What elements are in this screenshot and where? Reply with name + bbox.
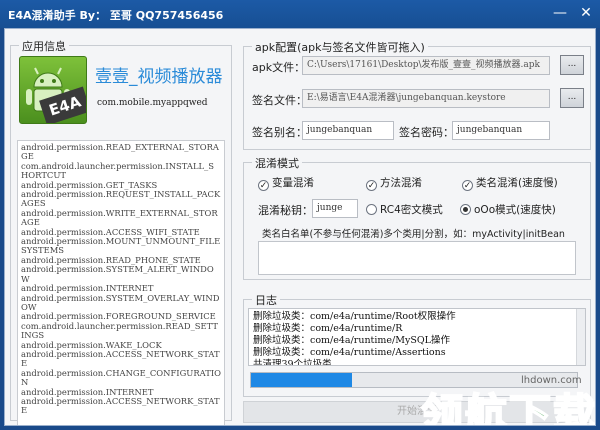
package-name: com.mobile.myappqwed [97, 98, 208, 108]
key-field[interactable]: junge [312, 199, 358, 218]
log-line: 删除垃圾类：com/e4a/runtime/MySQL操作 [253, 335, 450, 346]
password-label: 签名密码： [399, 126, 454, 139]
check-icon: ✓ [462, 180, 473, 191]
permission-item: android.permission.REQUEST_INSTALL_PACKA… [21, 189, 221, 209]
permission-item: android.permission.MOUNT_UNMOUNT_FILESYS… [21, 236, 221, 256]
radio-selected-icon [460, 204, 471, 215]
obfuscation-title: 混淆模式 [252, 155, 302, 171]
permission-item: android.permission.ACCESS_NETWORK_STATE [21, 395, 220, 416]
permission-item: android.permission.CHANGE_CONFIGURATION [21, 367, 222, 388]
permission-item: com.android.launcher.permission.READ_SET… [21, 320, 218, 341]
app-info-title: 应用信息 [19, 38, 69, 54]
log-line: 共清理39个垃圾类 [253, 359, 332, 366]
browse-apk-button[interactable]: ... [560, 55, 584, 75]
apk-file-label: apk文件： [252, 61, 306, 74]
ooo-mode-radio[interactable]: oOo模式(速度快) [460, 202, 556, 217]
key-label: 混淆秘钥： [258, 204, 313, 217]
watermark-logo: 领航下载 [420, 389, 596, 426]
method-obfuscation-check[interactable]: ✓ 方法混淆 [366, 175, 422, 191]
permission-item: android.permission.READ_EXTERNAL_STORAGE [21, 142, 219, 162]
log-line: 删除垃圾类：com/e4a/runtime/Assertions [253, 347, 446, 358]
permission-item: android.permission.WRITE_EXTERNAL_STORAG… [21, 207, 218, 228]
rc4-mode-radio[interactable]: RC4密文模式 [366, 202, 443, 217]
apk-file-field[interactable]: C:\Users\17161\Desktop\发布版_壹壹_视频播放器.apk [302, 56, 550, 75]
permission-item: android.permission.ACCESS_NETWORK_STATE [21, 348, 220, 369]
radio-icon [366, 204, 377, 215]
browse-sign-button[interactable]: ... [560, 88, 584, 108]
app-info-group: 应用信息 E4A 壹壹_视频播放器 com.mobile.myappqwed a… [10, 38, 232, 425]
check-icon: ✓ [258, 180, 269, 191]
permission-item: android.permission.SYSTEM_OVERLAY_WINDOW [21, 292, 220, 312]
apk-config-title: apk配置(apk与签名文件皆可拖入) [252, 39, 428, 55]
window-title: E4A混淆助手 By： 至哥 QQ757456456 [8, 9, 224, 22]
check-icon: ✓ [366, 180, 377, 191]
password-field[interactable]: jungebanquan [452, 121, 550, 140]
log-line: 删除垃圾类：com/e4a/runtime/R [253, 323, 403, 334]
title-bar: E4A混淆助手 By： 至哥 QQ757456456 — ✕ [0, 0, 600, 28]
permission-item: android.permission.SYSTEM_ALERT_WINDOW [21, 264, 214, 284]
app-icon: E4A [19, 56, 87, 124]
sign-file-label: 签名文件： [252, 94, 307, 107]
permission-item: com.android.launcher.permission.INSTALL_… [21, 160, 214, 181]
close-button[interactable]: ✕ [574, 2, 598, 24]
log-line: 删除垃圾类：com/e4a/runtime/Root权限操作 [253, 311, 456, 322]
apk-config-group: apk配置(apk与签名文件皆可拖入) apk文件： C:\Users\1716… [243, 39, 591, 150]
log-title: 日志 [252, 292, 280, 308]
sign-file-field[interactable]: E:\易语言\E4A混淆器\jungebanquan.keystore [302, 89, 550, 108]
progress-fill [251, 373, 353, 387]
permission-list[interactable]: android.permission.READ_EXTERNAL_STORAGE… [17, 140, 225, 425]
alias-label: 签名别名： [252, 126, 307, 139]
obfuscation-group: 混淆模式 ✓ 变量混淆 ✓ 方法混淆 ✓ 类名混淆(速度慢) 混淆秘钥： junge … [243, 155, 591, 280]
whitelist-label: 类名白名单(不参与任何混淆)多个类用|分割，如：myActivity|initB… [262, 229, 565, 240]
minimize-button[interactable]: — [548, 2, 572, 24]
alias-field[interactable]: jungebanquan [302, 121, 394, 140]
main-panel: 应用信息 E4A 壹壹_视频播放器 com.mobile.myappqwed a… [4, 28, 596, 426]
var-obfuscation-check[interactable]: ✓ 变量混淆 [258, 175, 314, 191]
log-output[interactable]: 删除垃圾类：com/e4a/runtime/Root权限操作 删除垃圾类：com/… [248, 308, 586, 366]
log-lines: 删除垃圾类：com/e4a/runtime/Root权限操作 删除垃圾类：com/… [253, 311, 456, 366]
app-name: 壹壹_视频播放器 [95, 67, 223, 87]
log-scrollbar[interactable] [576, 309, 585, 365]
whitelist-input[interactable] [258, 241, 576, 275]
class-obfuscation-check[interactable]: ✓ 类名混淆(速度慢) [462, 175, 558, 191]
